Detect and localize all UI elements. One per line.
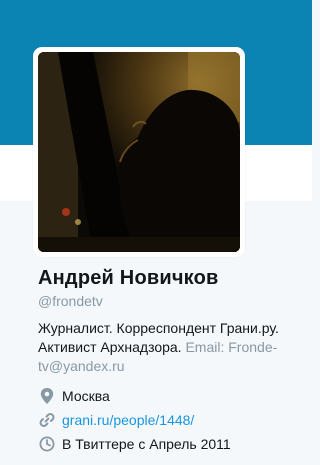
- profile-joined-date: В Твиттере с Апрель 2011: [38, 434, 231, 454]
- link-icon: [38, 411, 56, 429]
- bio-email-part-2: tv@yandex.ru: [38, 358, 125, 374]
- bio-email-part-1: Email: Fronde-: [185, 339, 278, 355]
- avatar-photo: [38, 52, 240, 252]
- profile-handle[interactable]: @frondetv: [38, 293, 103, 309]
- bio-line-1: Журналист. Корреспондент Грани.ру.: [38, 320, 279, 336]
- location-text: Москва: [62, 388, 110, 404]
- avatar-frame: [33, 47, 245, 257]
- profile-name[interactable]: Андрей Новичков: [38, 267, 219, 290]
- joined-text: В Твиттере с Апрель 2011: [62, 436, 231, 452]
- avatar[interactable]: [38, 52, 240, 252]
- website-link[interactable]: grani.ru/people/1448/: [62, 412, 194, 428]
- clock-icon: [38, 435, 56, 453]
- profile-website[interactable]: grani.ru/people/1448/: [38, 410, 194, 430]
- map-pin-icon: [38, 387, 56, 405]
- profile-location: Москва: [38, 386, 110, 406]
- bio-line-2: Активист Архнадзора.: [38, 339, 186, 355]
- profile-bio: Журналист. Корреспондент Грани.ру. Актив…: [38, 319, 306, 376]
